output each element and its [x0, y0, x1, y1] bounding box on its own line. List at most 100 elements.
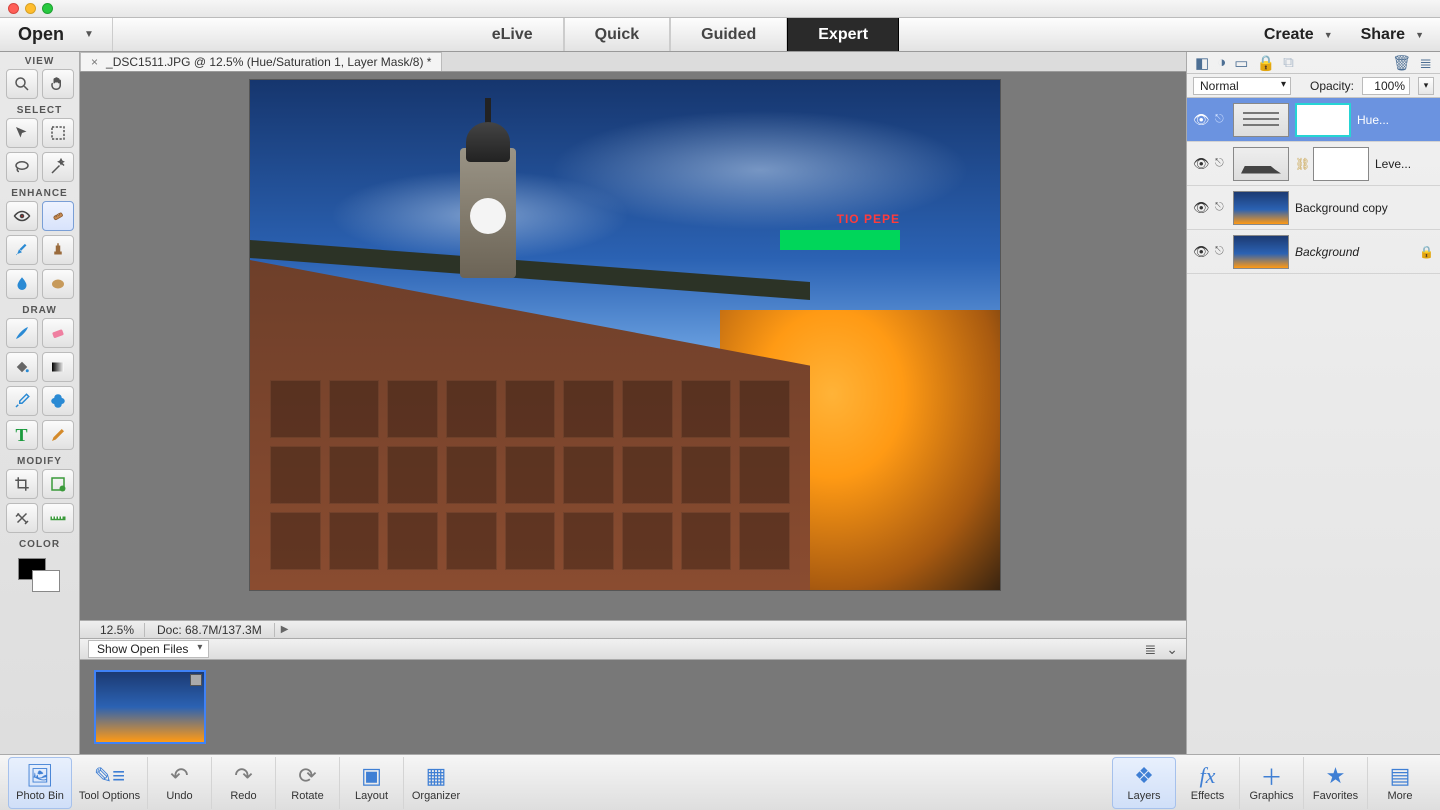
move-tool[interactable] [6, 118, 38, 148]
more-button[interactable]: ▤More [1368, 757, 1432, 809]
layer-thumb-image[interactable] [1233, 235, 1289, 269]
visibility-icon[interactable]: 👁 [1193, 244, 1209, 260]
lasso-tool[interactable] [6, 152, 38, 182]
photo-bin-dropdown[interactable]: Show Open Files [88, 640, 209, 658]
document-tab[interactable]: × _DSC1511.JPG @ 12.5% (Hue/Saturation 1… [80, 52, 442, 71]
recompose-tool[interactable] [42, 469, 74, 499]
layers-icon: ❖ [1134, 764, 1154, 788]
layer-mask-icon[interactable]: ▭ [1234, 54, 1248, 72]
smart-brush-tool[interactable] [6, 235, 38, 265]
rotate-button[interactable]: ⟳Rotate [276, 757, 340, 809]
delete-layer-icon[interactable]: 🗑 [1392, 54, 1411, 72]
eyedropper-tool[interactable] [6, 386, 38, 416]
crop-tool[interactable] [6, 469, 38, 499]
opacity-stepper[interactable]: ▾ [1418, 77, 1434, 95]
doc-size-readout: Doc: 68.7M/137.3M [145, 623, 275, 637]
layer-name[interactable]: Leve... [1375, 157, 1434, 171]
bin-menu-icon[interactable]: ≣ [1145, 641, 1157, 658]
mode-tabs: eLive Quick Guided Expert [113, 18, 1248, 51]
layer-row[interactable]: 👁 ⎋ ⛓ Leve... [1187, 142, 1440, 186]
opacity-value[interactable]: 100% [1362, 77, 1410, 95]
tool-options-icon: ✎≡ [94, 764, 125, 788]
layer-thumb-adjustment[interactable] [1233, 147, 1289, 181]
brush-tool[interactable] [6, 318, 38, 348]
zoom-readout[interactable]: 12.5% [80, 623, 145, 637]
tab-guided[interactable]: Guided [670, 18, 787, 51]
layer-thumb-adjustment[interactable] [1233, 103, 1289, 137]
shape-tool[interactable] [42, 386, 74, 416]
close-tab-icon[interactable]: × [91, 55, 98, 69]
paint-bucket-tool[interactable] [6, 352, 38, 382]
background-color-swatch[interactable] [32, 570, 60, 592]
eraser-tool[interactable] [42, 318, 74, 348]
redo-button[interactable]: ↷Redo [212, 757, 276, 809]
favorites-button[interactable]: ★Favorites [1304, 757, 1368, 809]
close-window-icon[interactable] [8, 3, 19, 14]
link-icon[interactable]: ⎋ [1215, 201, 1227, 214]
blur-tool[interactable] [6, 269, 38, 299]
straighten-tool[interactable] [42, 503, 74, 533]
toolbox-section-draw: DRAW [22, 305, 57, 316]
layout-button[interactable]: ▣Layout [340, 757, 404, 809]
spot-healing-tool[interactable] [42, 201, 74, 231]
photo-bin-button[interactable]: 🖼Photo Bin [8, 757, 72, 809]
open-menu[interactable]: Open ▼ [0, 18, 113, 51]
layers-button[interactable]: ❖Layers [1112, 757, 1176, 809]
photo-bin-thumbnail[interactable] [94, 670, 206, 744]
marquee-tool[interactable] [42, 118, 74, 148]
organizer-button[interactable]: ▦Organizer [404, 757, 468, 809]
chain-icon[interactable]: ⛓ [1295, 157, 1307, 171]
redeye-tool[interactable] [6, 201, 38, 231]
visibility-icon[interactable]: 👁 [1193, 200, 1209, 216]
label: Rotate [291, 790, 323, 802]
hand-tool[interactable] [42, 69, 74, 99]
layer-thumb-image[interactable] [1233, 191, 1289, 225]
bin-collapse-icon[interactable]: ⌄ [1166, 641, 1178, 658]
layer-mask-thumb[interactable] [1295, 103, 1351, 137]
layer-row[interactable]: 👁 ⎋ Background copy [1187, 186, 1440, 230]
layer-name[interactable]: Background copy [1295, 201, 1434, 215]
blend-mode-select[interactable]: Normal [1193, 77, 1291, 95]
tab-quick[interactable]: Quick [564, 18, 670, 51]
panel-menu-icon[interactable]: ≣ [1419, 54, 1432, 72]
minimize-window-icon[interactable] [25, 3, 36, 14]
link-icon[interactable]: ⎋ [1215, 157, 1227, 170]
zoom-tool[interactable] [6, 69, 38, 99]
layer-name[interactable]: Hue... [1357, 113, 1434, 127]
graphics-button[interactable]: ＋Graphics [1240, 757, 1304, 809]
tab-elive[interactable]: eLive [462, 18, 564, 51]
gradient-tool[interactable] [42, 352, 74, 382]
canvas[interactable]: TIO PEPE [80, 72, 1186, 620]
new-layer-icon[interactable]: ◧ [1195, 54, 1209, 72]
visibility-icon[interactable]: 👁 [1193, 156, 1209, 172]
tool-options-button[interactable]: ✎≡Tool Options [72, 757, 148, 809]
undo-button[interactable]: ↶Undo [148, 757, 212, 809]
create-menu[interactable]: Create ▼ [1264, 26, 1333, 44]
label: Photo Bin [16, 790, 64, 802]
layer-mask-thumb[interactable] [1313, 147, 1369, 181]
type-tool[interactable]: T [6, 420, 38, 450]
organizer-icon: ▦ [426, 764, 447, 788]
magic-wand-tool[interactable] [42, 152, 74, 182]
layer-name[interactable]: Background [1295, 245, 1413, 259]
effects-button[interactable]: fxEffects [1176, 757, 1240, 809]
content-aware-move-tool[interactable] [6, 503, 38, 533]
visibility-icon[interactable]: 👁 [1193, 112, 1209, 128]
link-layers-icon[interactable]: ⧉ [1283, 54, 1294, 71]
sponge-tool[interactable] [42, 269, 74, 299]
share-menu[interactable]: Share ▼ [1361, 26, 1424, 44]
pencil-tool[interactable] [42, 420, 74, 450]
new-adjustment-layer-icon[interactable]: ◑ [1217, 54, 1226, 71]
status-menu-icon[interactable]: ▶ [281, 624, 289, 635]
tab-expert[interactable]: Expert [787, 18, 899, 51]
zoom-window-icon[interactable] [42, 3, 53, 14]
link-icon[interactable]: ⎋ [1215, 113, 1227, 126]
label: Graphics [1249, 790, 1293, 802]
link-icon[interactable]: ⎋ [1215, 245, 1227, 258]
layer-row[interactable]: 👁 ⎋ Hue... [1187, 98, 1440, 142]
layer-row[interactable]: 👁 ⎋ Background 🔒 [1187, 230, 1440, 274]
lock-layer-icon[interactable]: 🔒 [1256, 54, 1275, 72]
color-swatches[interactable] [18, 558, 62, 596]
clone-stamp-tool[interactable] [42, 235, 74, 265]
bottom-toolbar: 🖼Photo Bin ✎≡Tool Options ↶Undo ↷Redo ⟳R… [0, 754, 1440, 810]
